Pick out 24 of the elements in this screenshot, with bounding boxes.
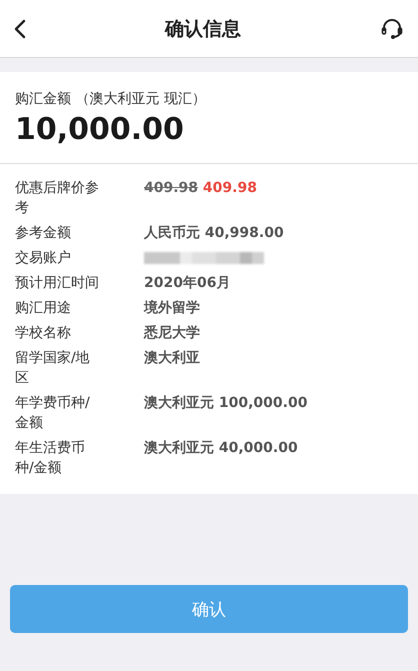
detail-label: 留学国家/地区: [15, 349, 91, 388]
amount-value: 10,000.00: [15, 112, 185, 147]
detail-label: 优惠后牌价参考: [15, 179, 100, 218]
headset-icon: [380, 16, 404, 40]
detail-label: 参考金额: [15, 224, 72, 243]
detail-label: 年生活费币种/金额: [15, 439, 86, 478]
detail-value: 澳大利亚元 40,000.00: [144, 439, 298, 458]
confirm-button[interactable]: 确认: [10, 585, 408, 633]
original-price: 409.98: [144, 180, 198, 196]
detail-value: 澳大利亚元 100,000.00: [144, 394, 308, 413]
detail-label: 交易账户: [15, 249, 72, 268]
detail-value: 悉尼大学: [144, 324, 200, 343]
detail-value: 2020年06月: [144, 274, 230, 293]
detail-value: 人民币元 40,998.00: [144, 224, 284, 243]
back-icon: [14, 18, 26, 38]
discounted-price: 409.98: [202, 180, 257, 196]
detail-value: 境外留学: [144, 298, 200, 318]
detail-label: 购汇用途: [15, 299, 72, 318]
detail-label: 年学费币种/金额: [15, 394, 91, 433]
page-title: 确认信息: [165, 16, 241, 42]
detail-label: 预计用汇时间: [15, 274, 100, 293]
amount-label: 购汇金额 （澳大利亚元 现汇）: [15, 90, 207, 108]
detail-value: 澳大利亚: [144, 349, 200, 368]
detail-label: 学校名称: [15, 324, 72, 343]
